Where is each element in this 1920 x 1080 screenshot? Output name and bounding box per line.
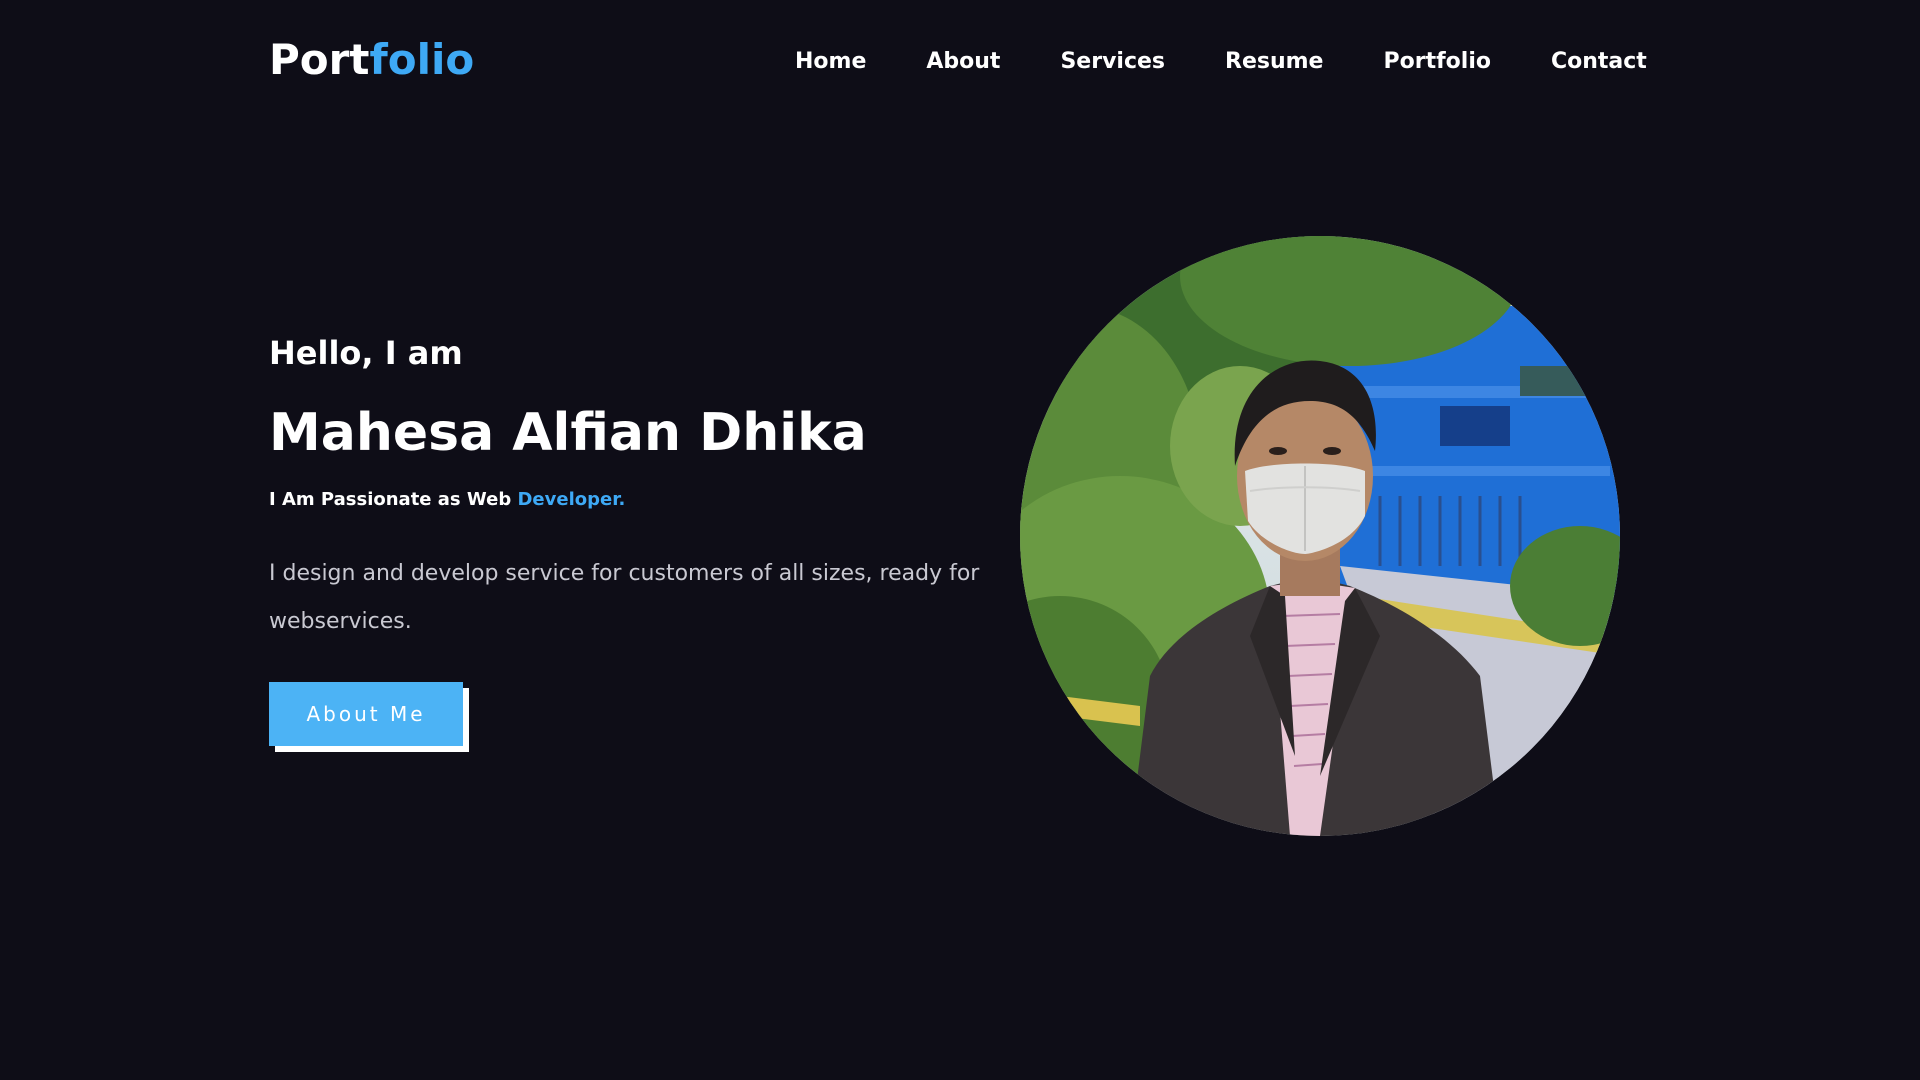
hero-tagline: I Am Passionate as Web Developer. xyxy=(269,487,625,513)
nav-about[interactable]: About xyxy=(926,44,1000,80)
hero-name: Mahesa Alfian Dhika xyxy=(269,403,867,463)
logo-text-port: Port xyxy=(269,35,370,84)
logo[interactable]: Portfolio xyxy=(269,32,474,88)
main-nav: Home About Services Resume Portfolio Con… xyxy=(795,44,1647,80)
profile-photo xyxy=(1020,236,1620,836)
tagline-accent: Developer. xyxy=(517,489,626,510)
nav-services[interactable]: Services xyxy=(1060,44,1165,80)
profile-photo-illustration xyxy=(1020,236,1620,836)
about-me-button-wrap: About Me xyxy=(269,682,469,752)
nav-home[interactable]: Home xyxy=(795,44,866,80)
about-me-button[interactable]: About Me xyxy=(269,682,463,746)
tagline-prefix: I Am Passionate as Web xyxy=(269,489,518,510)
nav-contact[interactable]: Contact xyxy=(1551,44,1647,80)
nav-portfolio[interactable]: Portfolio xyxy=(1383,44,1491,80)
logo-text-folio: folio xyxy=(369,35,475,84)
hero-greeting: Hello, I am xyxy=(269,334,463,372)
hero-description: I design and develop service for custome… xyxy=(269,561,980,634)
page: Portfolio Home About Services Resume Por… xyxy=(0,0,1920,1080)
nav-resume[interactable]: Resume xyxy=(1225,44,1323,80)
